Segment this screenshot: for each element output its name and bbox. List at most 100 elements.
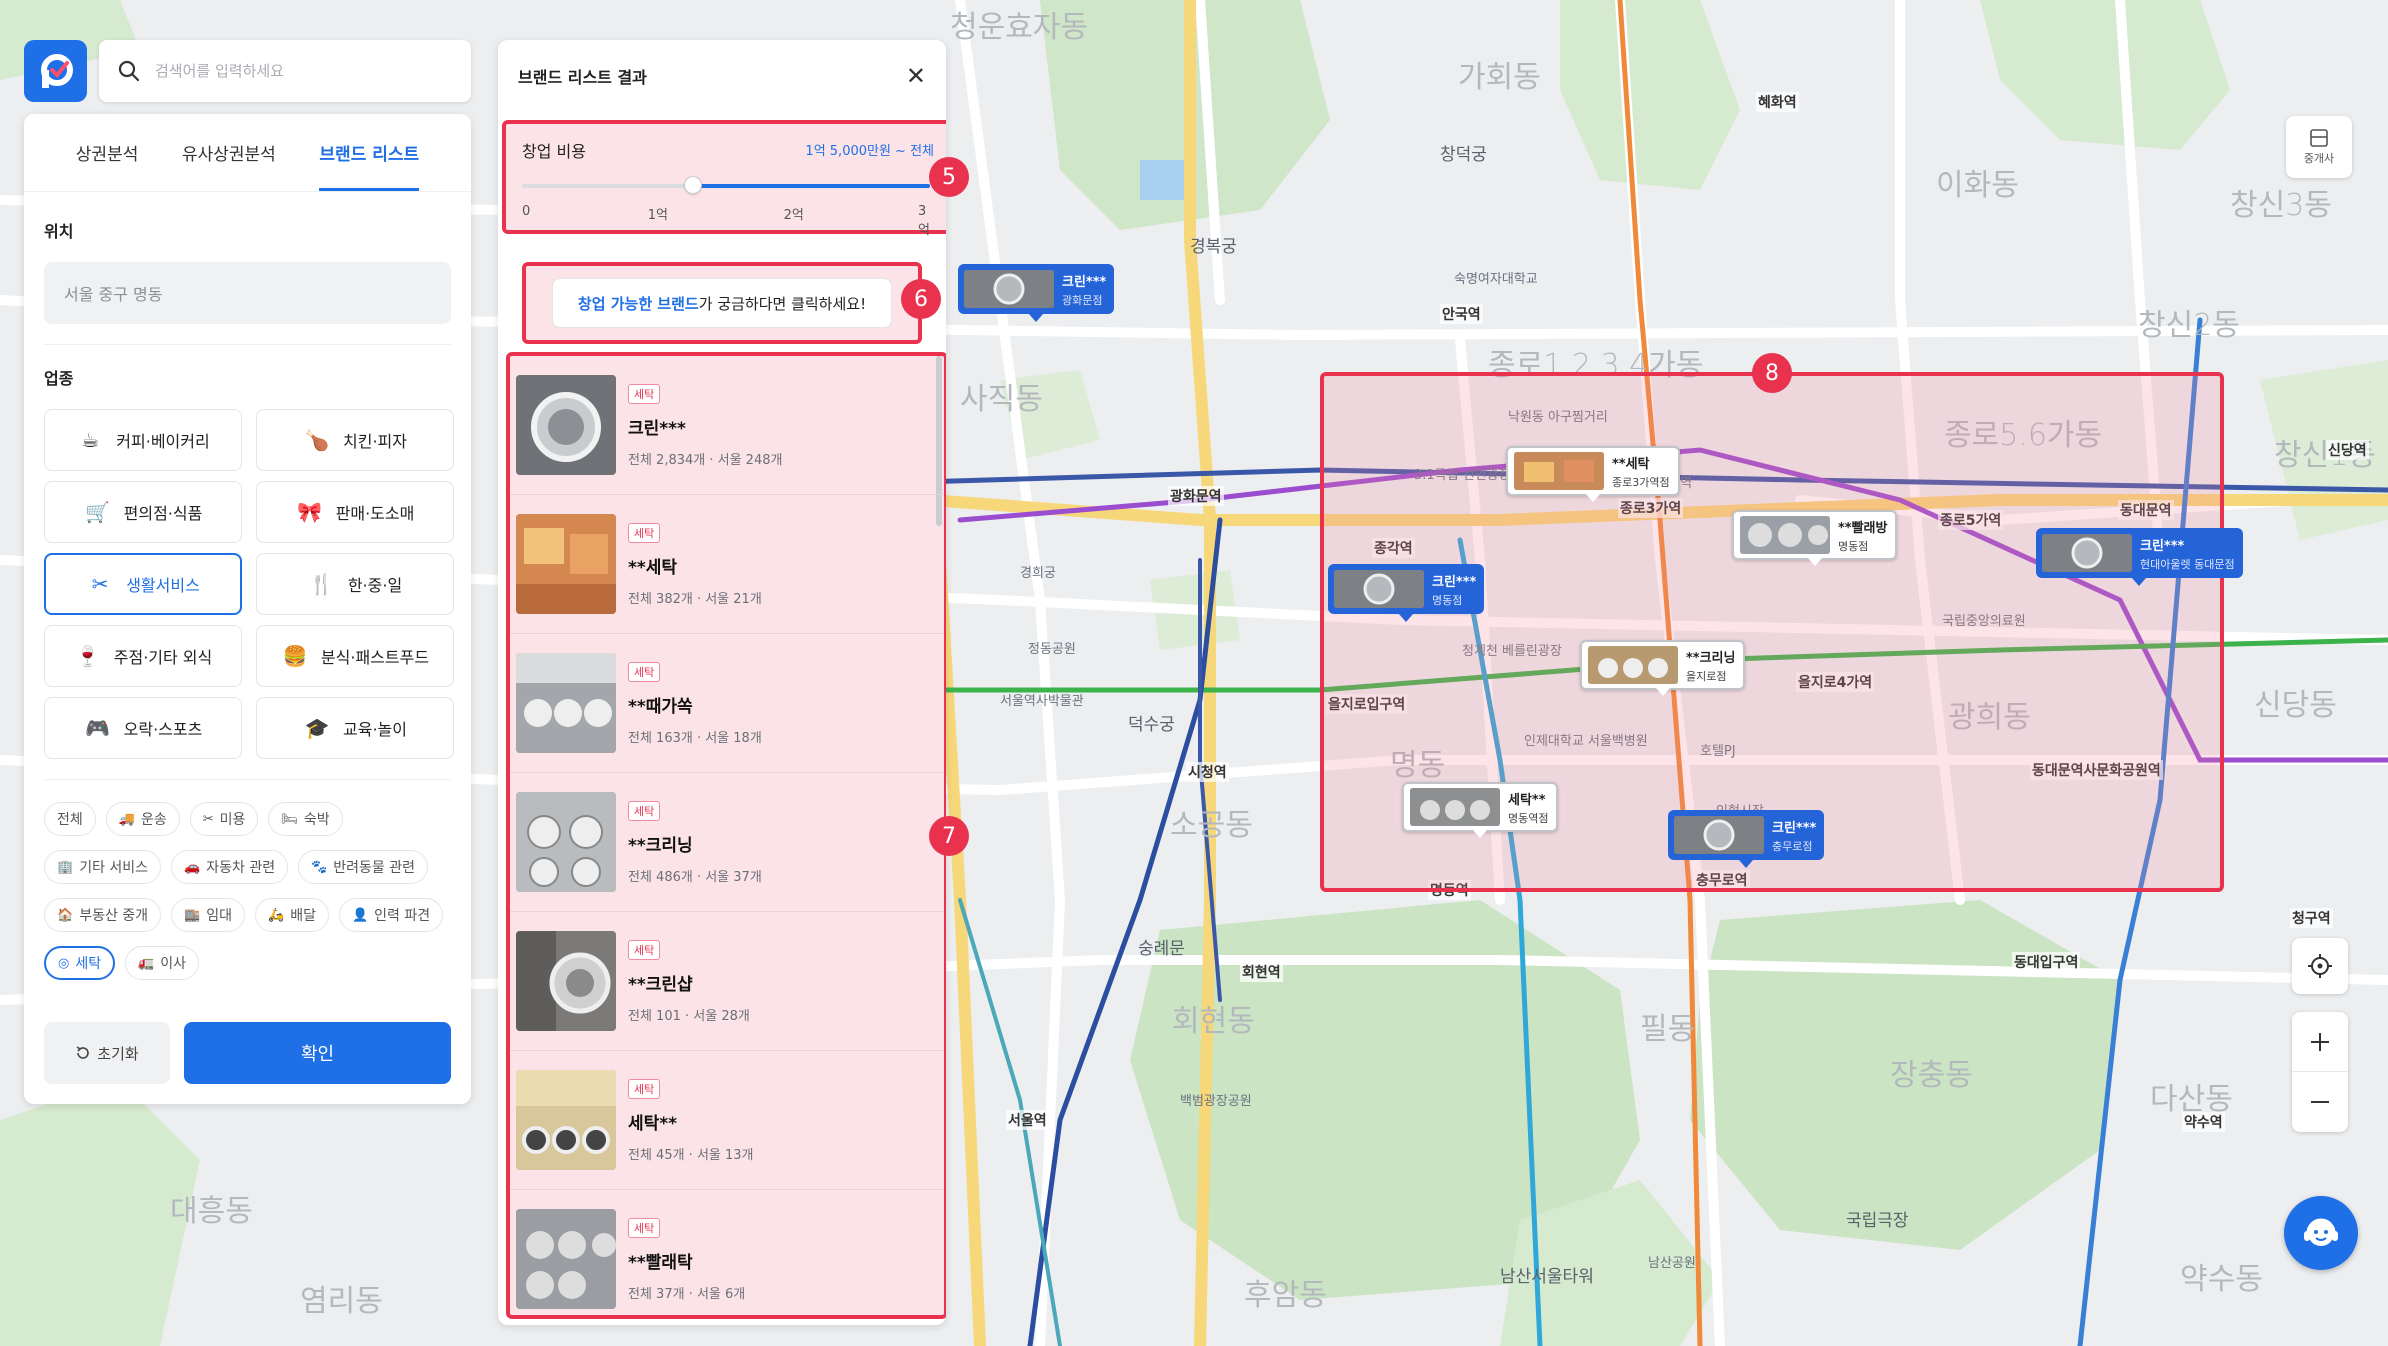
marker-branch: 광화문점 — [1062, 293, 1103, 307]
tab-similar-trade-area[interactable]: 유사상권분석 — [182, 114, 276, 191]
category-label: 편의점·식품 — [123, 504, 203, 523]
chicken-icon: 🍗 — [304, 428, 330, 452]
map-marker[interactable]: 크린*** 충무로점 — [1668, 810, 1825, 860]
chip-car[interactable]: 🚗 자동차 관련 — [171, 850, 289, 884]
station-label: 동대입구역 — [2012, 952, 2081, 972]
place-label: 국립극장 — [1846, 1211, 1909, 1231]
category-button-retail[interactable]: 🎀 판매·도소매 — [256, 481, 454, 543]
cta-highlight: 창업 가능한 브랜드 — [577, 294, 699, 313]
chip-real-estate[interactable]: 🏠 부동산 중개 — [44, 898, 162, 932]
list-item[interactable]: 세탁 **크린샵 전체 101 · 서울 28개 — [510, 912, 944, 1051]
marker-name: 크린*** — [2140, 538, 2185, 554]
result-title: 브랜드 리스트 결과 — [518, 68, 647, 87]
slider-handle-start[interactable] — [684, 176, 703, 194]
chip-pet[interactable]: 🐾 반려동물 관련 — [298, 850, 429, 884]
place-label: 백범광장공원 — [1180, 1094, 1252, 1109]
marker-branch: 명동점 — [1432, 593, 1463, 607]
confirm-button[interactable]: 확인 — [184, 1022, 451, 1084]
chip-laundry[interactable]: ◎ 세탁 — [44, 946, 116, 980]
map-marker[interactable]: **크리닝 을지로점 — [1580, 640, 1746, 690]
category-label: 분식·패스트푸드 — [320, 648, 430, 667]
category-button-fastfood[interactable]: 🍔 분식·패스트푸드 — [256, 625, 454, 687]
category-label: 주점·기타 외식 — [113, 648, 213, 667]
broker-button[interactable]: 중개사 — [2286, 116, 2352, 178]
bed-icon: 🛏 — [281, 811, 298, 827]
app-logo[interactable] — [24, 40, 87, 102]
list-item[interactable]: 세탁 세탁** 전체 45개 · 서울 13개 — [510, 1051, 944, 1190]
store-count: 전체 101 · 서울 28개 — [628, 1008, 750, 1024]
station-label: 광화문역 — [1168, 486, 1224, 506]
chip-transport[interactable]: 🚚 운송 — [105, 802, 180, 836]
list-item[interactable]: 세탁 크린*** 전체 2,834개 · 서울 248개 — [510, 356, 944, 495]
chip-delivery[interactable]: 🛵 배달 — [255, 898, 329, 932]
category-button-education[interactable]: 🎓 교육·놀이 — [256, 697, 454, 759]
chip-other-service[interactable]: 🏢 기타 서비스 — [44, 850, 162, 884]
chip-beauty[interactable]: ✂ 미용 — [189, 802, 259, 836]
place-label: 경희궁 — [1020, 566, 1056, 581]
category-button-grocery[interactable]: 🛒 편의점·식품 — [44, 481, 242, 543]
brand-list: 세탁 크린*** 전체 2,834개 · 서울 248개 세탁 **세탁 전체 … — [506, 352, 946, 1319]
annotation-badge: 8 — [1752, 353, 1792, 393]
chat-support-button[interactable] — [2284, 1196, 2358, 1270]
marker-thumbnail — [1410, 788, 1500, 826]
chip-label: 반려동물 관련 — [333, 860, 416, 876]
station-label: 회현역 — [1240, 962, 1283, 982]
minus-icon — [2311, 1101, 2329, 1103]
marker-branch: 명동점 — [1838, 539, 1869, 553]
category-label: 판매·도소매 — [335, 504, 415, 523]
brand-name: **크리닝 — [628, 835, 693, 856]
marker-branch: 종로3가역점 — [1612, 475, 1670, 489]
washing-machine-icon: ◎ — [58, 955, 70, 971]
map-marker[interactable]: 세탁** 명동역점 — [1402, 782, 1559, 832]
category-label: 생활서비스 — [126, 576, 200, 595]
reset-button[interactable]: 초기화 — [44, 1022, 170, 1084]
category-tag: 세탁 — [628, 939, 661, 960]
list-item[interactable]: 세탁 **빨래탁 전체 37개 · 서울 6개 — [510, 1190, 944, 1315]
category-button-coffee[interactable]: ☕ 커피·베이커리 — [44, 409, 242, 471]
map-marker[interactable]: 크린*** 명동점 — [1328, 564, 1485, 614]
map-marker[interactable]: **세탁 종로3가역점 — [1506, 446, 1680, 496]
category-button-chicken[interactable]: 🍗 치킨·피자 — [256, 409, 454, 471]
category-button-life-service[interactable]: ✂ 생활서비스 — [44, 553, 242, 615]
marker-branch: 명동역점 — [1508, 811, 1549, 825]
chip-staffing[interactable]: 👤 인력 파견 — [338, 898, 444, 932]
map-marker[interactable]: **빨래방 명동점 — [1732, 510, 1898, 560]
headset-icon — [2304, 1218, 2338, 1246]
reset-label: 초기화 — [97, 1044, 139, 1063]
startup-cta-button[interactable]: 창업 가능한 브랜드 가 궁금하다면 클릭하세요! — [552, 278, 892, 328]
station-label: 약수역 — [2182, 1112, 2225, 1132]
district-label: 가회동 — [1458, 60, 1541, 95]
category-button-sports[interactable]: 🎮 오락·스포츠 — [44, 697, 242, 759]
logo-icon — [40, 54, 73, 88]
chip-label: 임대 — [206, 908, 232, 924]
brand-name: **세탁 — [628, 557, 678, 578]
location-field[interactable]: 서울 중구 명동 — [44, 262, 451, 324]
zoom-in-button[interactable] — [2292, 1012, 2348, 1072]
chip-rental[interactable]: 🏬 임대 — [171, 898, 245, 932]
list-item[interactable]: 세탁 **때가쏙 전체 163개 · 서울 18개 — [510, 634, 944, 773]
search-bar[interactable] — [99, 40, 471, 102]
close-icon[interactable]: ✕ — [906, 62, 926, 90]
chip-lodging[interactable]: 🛏 숙박 — [268, 802, 343, 836]
search-input[interactable] — [155, 62, 455, 80]
tab-brand-list[interactable]: 브랜드 리스트 — [319, 114, 419, 191]
store-count: 전체 382개 · 서울 21개 — [628, 591, 762, 607]
map-marker[interactable]: 크린*** 현대아울렛 동대문점 — [2036, 528, 2243, 578]
list-item[interactable]: 세탁 **크리닝 전체 486개 · 서울 37개 — [510, 773, 944, 912]
category-button-asian-food[interactable]: 🍴 한·중·일 — [256, 553, 454, 615]
map-marker[interactable]: 크린*** 광화문점 — [958, 264, 1115, 314]
chip-label: 인력 파견 — [374, 908, 431, 924]
cost-slider[interactable] — [522, 176, 930, 194]
district-label: 사직동 — [960, 382, 1043, 417]
my-location-button[interactable] — [2292, 938, 2348, 994]
zoom-out-button[interactable] — [2292, 1072, 2348, 1132]
category-button-bar[interactable]: 🍷 주점·기타 외식 — [44, 625, 242, 687]
brand-thumbnail — [516, 514, 616, 614]
list-item[interactable]: 세탁 **세탁 전체 382개 · 서울 21개 — [510, 495, 944, 634]
brand-thumbnail — [516, 1209, 616, 1309]
place-label: 덕수궁 — [1128, 715, 1175, 735]
chip-all[interactable]: 전체 — [44, 802, 96, 836]
tab-trade-area-analysis[interactable]: 상권분석 — [76, 114, 139, 191]
chip-moving[interactable]: 🚛 이사 — [125, 946, 200, 980]
annotation-badge: 5 — [929, 157, 969, 197]
